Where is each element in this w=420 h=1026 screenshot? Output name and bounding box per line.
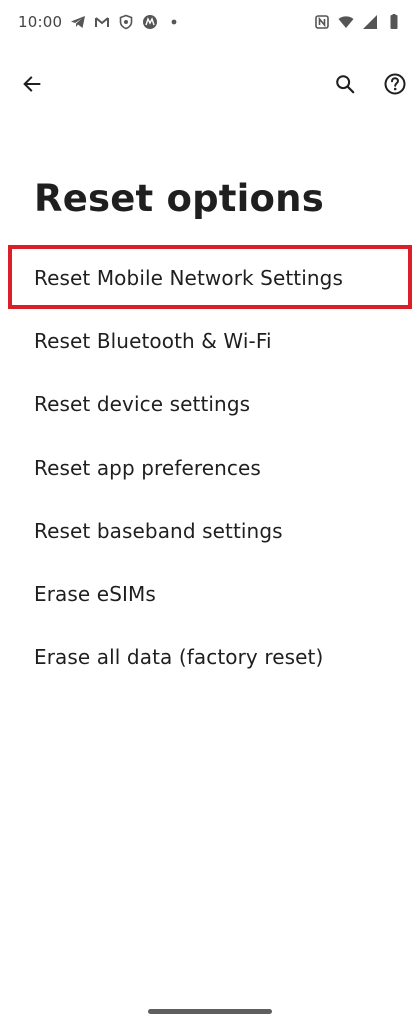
- search-button[interactable]: [325, 64, 365, 104]
- help-button[interactable]: [375, 64, 415, 104]
- option-reset-baseband-settings[interactable]: Reset baseband settings: [0, 499, 420, 562]
- option-label: Erase all data (factory reset): [34, 645, 324, 670]
- option-label: Reset device settings: [34, 392, 251, 417]
- option-label: Reset app preferences: [34, 455, 261, 480]
- status-time: 10:00: [18, 13, 63, 31]
- status-right: [314, 14, 402, 30]
- gesture-nav-handle[interactable]: [148, 1009, 272, 1014]
- shield-icon: [118, 14, 134, 30]
- option-label: Reset Bluetooth & Wi-Fi: [34, 328, 272, 353]
- option-label: Reset baseband settings: [34, 518, 283, 543]
- option-reset-device-settings[interactable]: Reset device settings: [0, 373, 420, 436]
- option-label: Erase eSIMs: [34, 582, 156, 607]
- option-reset-mobile-network[interactable]: Reset Mobile Network Settings: [0, 246, 420, 309]
- arrow-back-icon: [21, 73, 43, 95]
- option-reset-app-preferences[interactable]: Reset app preferences: [0, 436, 420, 499]
- dot-icon: [166, 14, 182, 30]
- option-erase-esims[interactable]: Erase eSIMs: [0, 562, 420, 625]
- screen: 10:00 Reset options Reset Mobile Network…: [0, 0, 420, 1026]
- telegram-icon: [70, 14, 86, 30]
- option-reset-bluetooth-wifi[interactable]: Reset Bluetooth & Wi-Fi: [0, 309, 420, 372]
- nfc-icon: [314, 14, 330, 30]
- reset-options-list: Reset Mobile Network Settings Reset Blue…: [0, 246, 420, 689]
- page-title: Reset options: [34, 177, 324, 220]
- status-bar: 10:00: [0, 0, 420, 44]
- option-label: Reset Mobile Network Settings: [34, 265, 343, 290]
- status-left: 10:00: [18, 13, 182, 31]
- wifi-icon: [338, 14, 354, 30]
- battery-icon: [386, 14, 402, 30]
- gmail-icon: [94, 14, 110, 30]
- option-factory-reset[interactable]: Erase all data (factory reset): [0, 626, 420, 689]
- app-bar: [0, 58, 420, 110]
- motorola-icon: [142, 14, 158, 30]
- signal-icon: [362, 14, 378, 30]
- search-icon: [334, 73, 356, 95]
- help-icon: [383, 72, 407, 96]
- back-button[interactable]: [12, 64, 52, 104]
